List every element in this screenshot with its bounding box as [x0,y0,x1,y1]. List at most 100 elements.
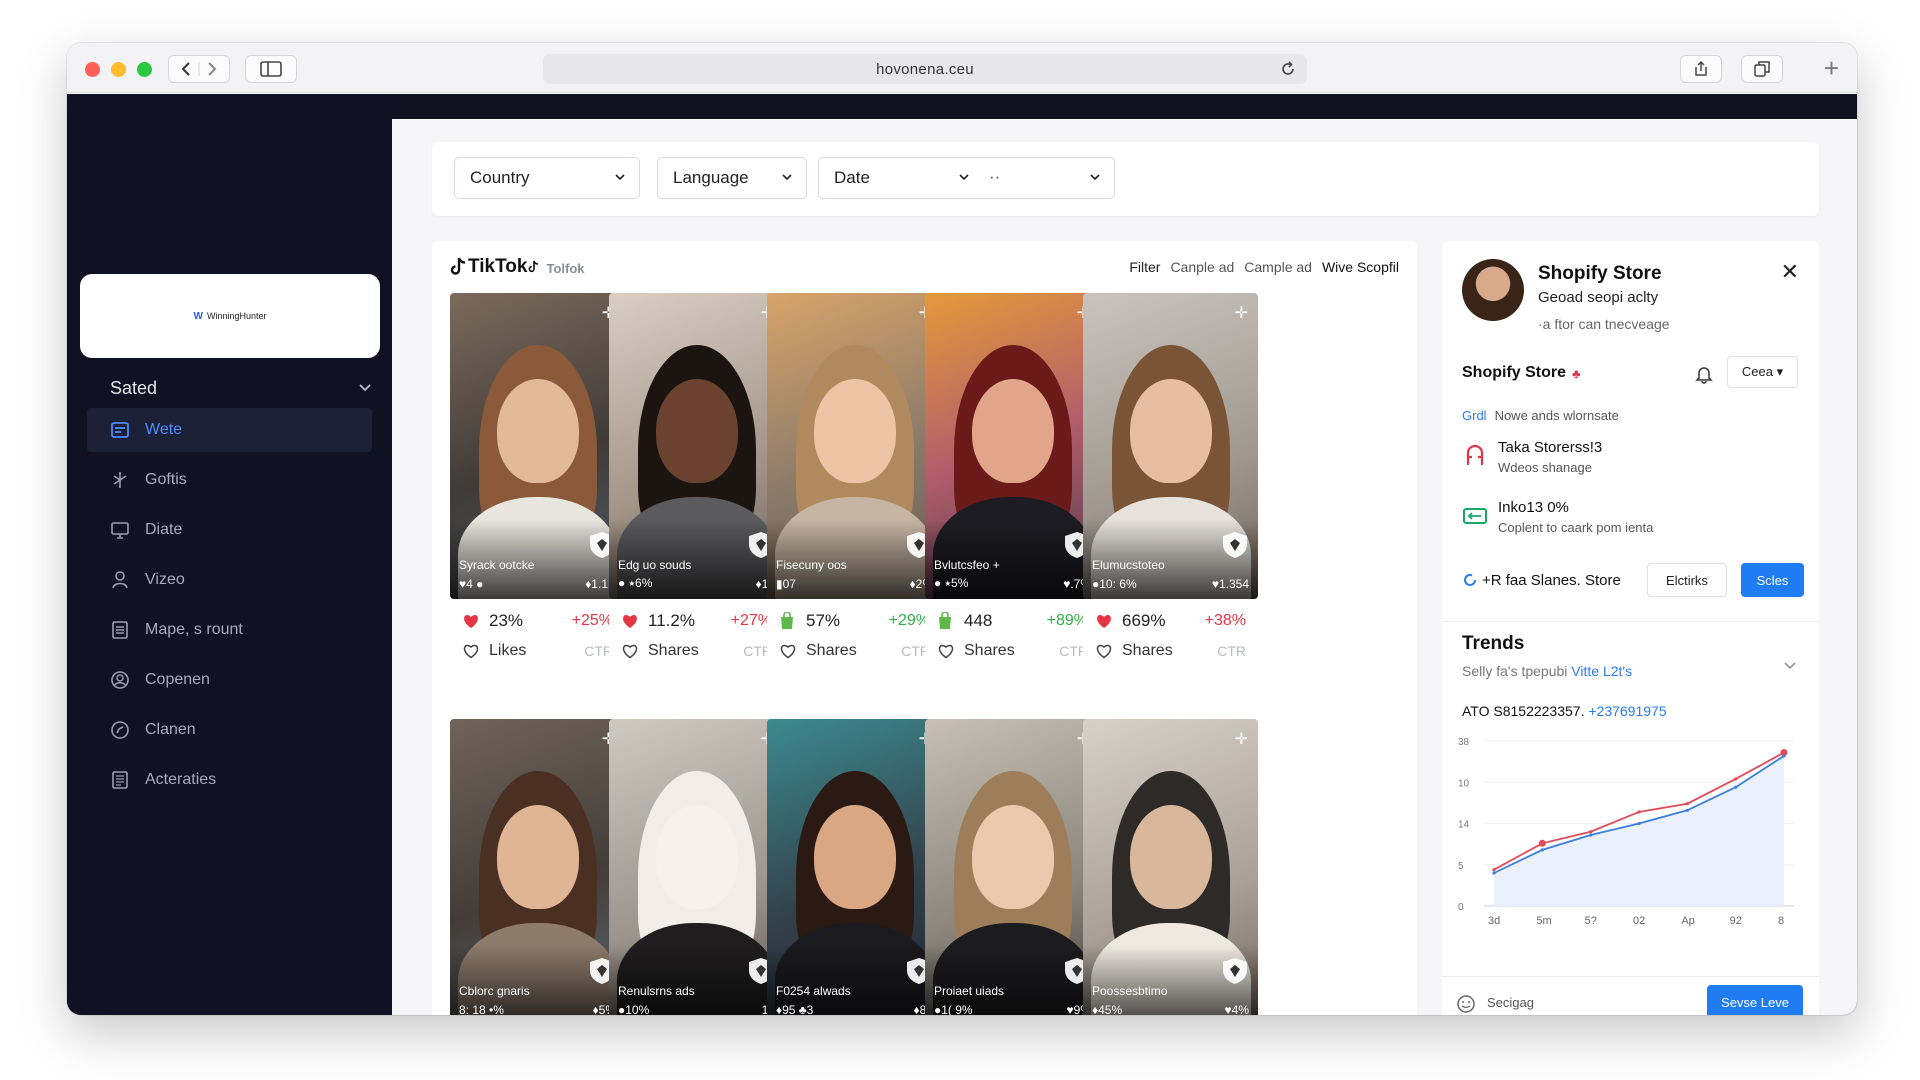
language-select-label: Language [673,168,749,187]
zoom-window-button[interactable] [137,62,152,77]
ad-title: Fisecuny oos [776,558,847,572]
shield-icon[interactable] [1222,531,1248,559]
action-label[interactable]: +R faa Slanes. Store [1462,572,1621,589]
ad-card[interactable]: ✛ Proiaet uiads ●1( 9% ♥9% [925,719,1100,1015]
chevron-down-icon[interactable] [1783,661,1797,671]
video-thumbnail[interactable]: ✛ Syrack ootcke ♥4 ● ♦1.1K [450,293,625,599]
shield-icon[interactable] [1222,957,1248,985]
scles-button[interactable]: Scles [1741,563,1804,597]
ad-stat-left: ●10% [618,1003,650,1015]
elctirks-button[interactable]: Elctirks [1647,563,1727,597]
video-thumbnail[interactable]: ✛ Renulsrns ads ●10% 17 [609,719,784,1015]
browser-window: hovonena.ceu + W WinningHunter Sated Wet… [67,43,1857,1015]
series-point [1685,808,1689,812]
avatar[interactable] [1462,259,1524,321]
video-thumbnail[interactable]: ✛ Bvlutcsfeo + ● ⭑5% ♥.7% [925,293,1100,599]
pin-icon[interactable]: ✛ [1235,303,1248,323]
video-thumbnail[interactable]: ✛ Proiaet uiads ●1( 9% ♥9% [925,719,1100,1015]
main-content: Country Language Date ·· TikTok Tolfok F… [392,119,1857,1015]
sidebar-item-wete[interactable]: Wete [87,408,372,452]
sidebar-toggle-button[interactable] [245,55,297,83]
video-thumbnail[interactable]: ✛ F0254 alwads ♦95 ♣3 ♦83 [767,719,942,1015]
sidebar-item-acteraties[interactable]: Acteraties [87,758,372,802]
ad-card-stats: 57% +29% Shares CTR [767,599,942,673]
country-select[interactable]: Country [454,157,640,199]
video-thumbnail[interactable]: ✛ Edg uo souds ● ⭑6% ♦13 [609,293,784,599]
heart-outline-icon[interactable] [779,642,799,660]
ad-card[interactable]: ✛ Bvlutcsfeo + ● ⭑5% ♥.7% 448 +89% Share… [925,293,1100,673]
trends-link[interactable]: Vitte L2t's [1571,663,1632,679]
chevron-down-icon [359,384,371,392]
video-thumbnail[interactable]: ✛ Elumucstoteo ●10: 6% ♥1.354 [1083,293,1258,599]
share-button[interactable] [1680,55,1722,83]
sidebar-item-goftis[interactable]: Goftis [87,458,372,502]
bell-icon[interactable] [1695,364,1713,384]
grid-label[interactable]: Grdl [1462,408,1487,423]
sidebar-item-mapes-rount[interactable]: Mape, s rount [87,608,372,652]
smiley-icon[interactable] [1456,994,1476,1014]
panel-subtitle: Geoad seopi aclty [1538,289,1659,306]
close-window-button[interactable] [85,62,100,77]
cample-ad-link[interactable]: Cample ad [1244,259,1312,275]
ad-title: F0254 alwads [776,984,851,998]
back-forward-buttons[interactable] [168,55,230,83]
heart-outline-icon[interactable] [1095,642,1115,660]
language-select[interactable]: Language [657,157,807,199]
reload-icon[interactable] [1279,60,1297,78]
pin-icon[interactable]: ✛ [1235,729,1248,749]
heart-outline-icon[interactable] [621,642,641,660]
ad-card[interactable]: ✛ F0254 alwads ♦95 ♣3 ♦83 [767,719,942,1015]
video-thumbnail[interactable]: ✛ Poossesbtimo ♦45% ♥4% [1083,719,1258,1015]
ad-stat-left: ♥4 ● [459,577,484,591]
ad-card[interactable]: ✛ Fisecuny oos ▮07 ♦2% 57% +29% Shares C… [767,293,942,673]
sidebar-icon [260,61,282,77]
feature-item[interactable]: Taka Storerss!3 Wdeos shanage [1462,439,1602,475]
ad-card[interactable]: ✛ Cblorc gnaris 8: 18 •% ♦5% [450,719,625,1015]
ad-card[interactable]: ✛ Poossesbtimo ♦45% ♥4% [1083,719,1258,1015]
store-dropdown[interactable]: Ceea ▾ [1727,356,1798,388]
tabs-overview-button[interactable] [1741,55,1783,83]
series-point [1637,810,1641,814]
ad-card[interactable]: ✛ Elumucstoteo ●10: 6% ♥1.354 669% +38% … [1083,293,1258,673]
action-label[interactable]: Shares [964,642,1015,660]
chevron-down-icon [959,174,969,181]
tiktok-icon [450,257,466,275]
wive-scopfil-link[interactable]: Wive Scopfil [1322,259,1399,275]
canple-ad-link[interactable]: Canple ad [1170,259,1234,275]
ad-card[interactable]: ✛ Edg uo souds ● ⭑6% ♦13 11.2% +27% Shar… [609,293,784,673]
series-point [1540,848,1544,852]
action-label[interactable]: Shares [1122,642,1173,660]
date-select[interactable]: Date ·· [818,157,1115,199]
heart-icon [462,612,482,630]
sidebar-item-copenen[interactable]: Copenen [87,658,372,702]
ad-card[interactable]: ✛ Syrack ootcke ♥4 ● ♦1.1K 23% +25% Like… [450,293,625,673]
sidebar-item-clanen[interactable]: Clanen [87,708,372,752]
sidebar-section-header[interactable]: Sated [110,376,372,400]
close-icon[interactable]: ✕ [1781,259,1799,285]
filter-link[interactable]: Filter [1129,259,1160,275]
heart-outline-icon[interactable] [462,642,482,660]
feature-item[interactable]: Inko13 0% Coplent to caark pom ienta [1462,499,1653,535]
heart-outline-icon[interactable] [937,642,957,660]
logo-card[interactable]: W WinningHunter [80,274,380,358]
action-label[interactable]: Shares [648,642,699,660]
minimize-window-button[interactable] [111,62,126,77]
logo-icon: W [193,310,203,322]
series-point [1589,833,1593,837]
y-tick-label: 0 [1458,902,1464,913]
tabs-icon [1754,61,1770,77]
video-thumbnail[interactable]: ✛ Fisecuny oos ▮07 ♦2% [767,293,942,599]
sidebar-item-diate[interactable]: Diate [87,508,372,552]
action-label[interactable]: Likes [489,642,526,660]
shopping-bag-icon [779,612,799,630]
x-tick-label: 92 [1730,915,1742,927]
action-label[interactable]: Shares [806,642,857,660]
metric-value: 11.2% [648,611,695,630]
address-bar[interactable]: hovonena.ceu [543,54,1307,84]
ad-card[interactable]: ✛ Renulsrns ads ●10% 17 [609,719,784,1015]
sidebar-item-vizeo[interactable]: Vizeo [87,558,372,602]
filter-bar: Country Language Date ·· [432,142,1819,216]
save-button[interactable]: Sevse Leve [1707,985,1803,1015]
new-tab-icon[interactable]: + [1824,55,1839,81]
video-thumbnail[interactable]: ✛ Cblorc gnaris 8: 18 •% ♦5% [450,719,625,1015]
